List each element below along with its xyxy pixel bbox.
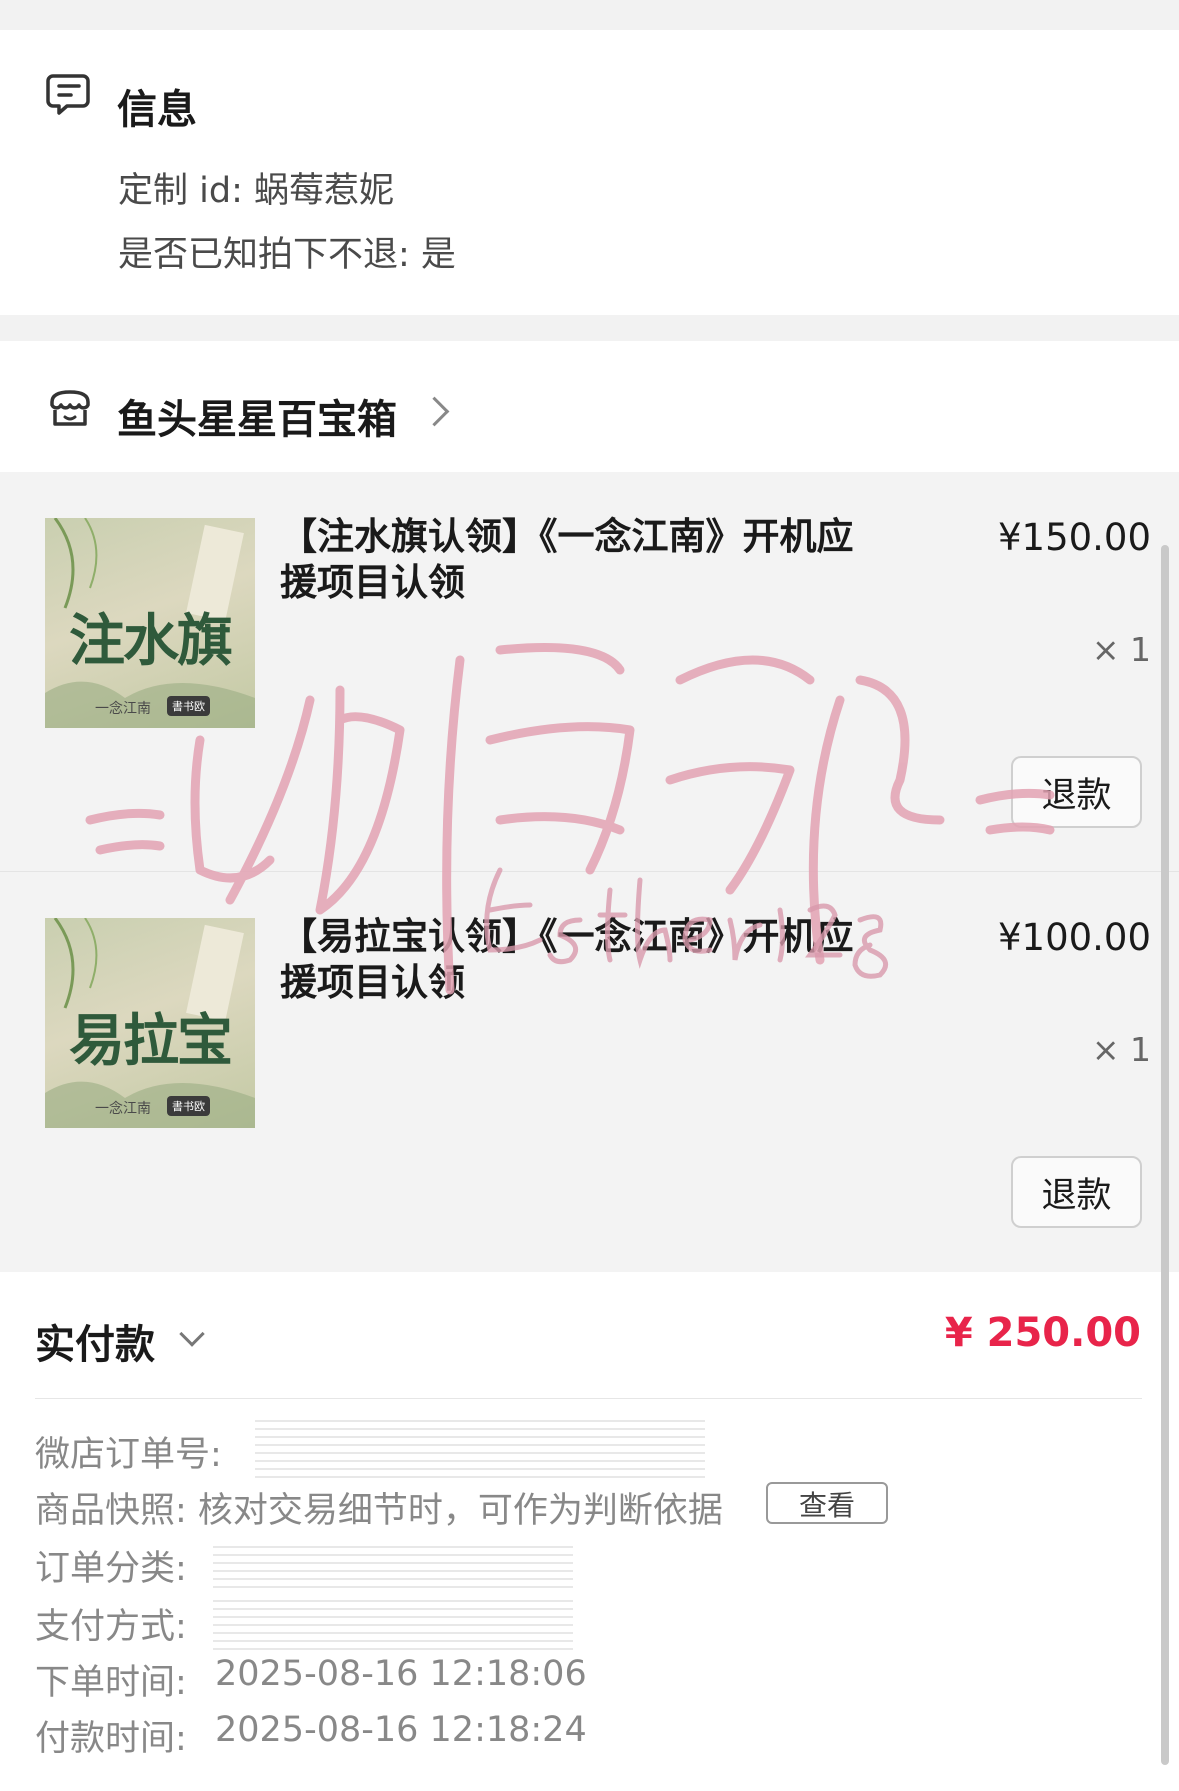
item-price: ¥100.00 bbox=[997, 916, 1151, 959]
product-thumbnail[interactable]: 注水旗 一念江南 書书欧 bbox=[45, 518, 255, 728]
redacted-order-number bbox=[255, 1414, 705, 1480]
shop-header[interactable]: 鱼头星星百宝箱 bbox=[0, 341, 1179, 472]
info-card: 信息 定制 id: 蜗莓惹妮 是否已知拍下不退: 是 bbox=[0, 30, 1179, 315]
info-title: 信息 bbox=[117, 87, 197, 133]
order-time-value: 2025-08-16 12:18:06 bbox=[215, 1654, 587, 1694]
refund-button[interactable]: 退款 bbox=[1011, 756, 1142, 828]
order-item[interactable]: 易拉宝 一念江南 書书欧 【易拉宝认领】《一念江南》开机应援项目认领 ¥100.… bbox=[0, 872, 1179, 1272]
order-category-label: 订单分类: bbox=[35, 1549, 187, 1589]
order-time-label: 下单时间: bbox=[35, 1663, 187, 1703]
product-thumbnail[interactable]: 易拉宝 一念江南 書书欧 bbox=[45, 918, 255, 1128]
pay-time-value: 2025-08-16 12:18:24 bbox=[215, 1710, 587, 1750]
scrollbar[interactable] bbox=[1161, 545, 1169, 1765]
item-price: ¥150.00 bbox=[997, 516, 1151, 559]
redacted-payment-method bbox=[213, 1594, 573, 1652]
thumbnail-subtitle: 一念江南 bbox=[95, 1101, 151, 1117]
chevron-right-icon bbox=[419, 396, 450, 427]
thumbnail-subtitle: 一念江南 bbox=[95, 701, 151, 717]
storefront-icon bbox=[50, 390, 90, 426]
item-quantity: × 1 bbox=[1091, 1030, 1151, 1069]
pay-time-label: 付款时间: bbox=[35, 1719, 187, 1759]
item-quantity: × 1 bbox=[1091, 630, 1151, 669]
redacted-order-category bbox=[213, 1540, 573, 1588]
paid-amount: ¥ 250.00 bbox=[944, 1310, 1141, 1356]
view-snapshot-button[interactable]: 查看 bbox=[766, 1482, 888, 1524]
shop-name[interactable]: 鱼头星星百宝箱 bbox=[117, 387, 397, 445]
thumbnail-text: 易拉宝 bbox=[69, 1008, 233, 1074]
paid-label[interactable]: 实付款 bbox=[35, 1312, 155, 1370]
thumbnail-tag: 書书欧 bbox=[167, 1096, 210, 1116]
payment-method-label: 支付方式: bbox=[35, 1607, 187, 1647]
no-refund-ack-text: 是否已知拍下不退: 是 bbox=[118, 235, 456, 275]
refund-button[interactable]: 退款 bbox=[1011, 1156, 1142, 1228]
item-title[interactable]: 【易拉宝认领】《一念江南》开机应援项目认领 bbox=[280, 914, 870, 1006]
chevron-down-icon[interactable] bbox=[179, 1321, 205, 1347]
thumbnail-tag: 書书欧 bbox=[167, 696, 210, 716]
custom-id-text: 定制 id: 蜗莓惹妮 bbox=[118, 171, 394, 211]
message-note-icon bbox=[46, 74, 90, 115]
summary-divider bbox=[35, 1398, 1142, 1399]
thumbnail-text: 注水旗 bbox=[69, 608, 233, 674]
order-number-label: 微店订单号: bbox=[35, 1435, 222, 1475]
item-title[interactable]: 【注水旗认领】《一念江南》开机应援项目认领 bbox=[280, 514, 870, 606]
order-items: 注水旗 一念江南 書书欧 【注水旗认领】《一念江南》开机应援项目认领 ¥150.… bbox=[0, 472, 1179, 1272]
order-item[interactable]: 注水旗 一念江南 書书欧 【注水旗认领】《一念江南》开机应援项目认领 ¥150.… bbox=[0, 472, 1179, 872]
payment-summary: 实付款 ¥ 250.00 微店订单号: 商品快照: 核对交易细节时，可作为判断依… bbox=[0, 1272, 1179, 1791]
snapshot-text: 商品快照: 核对交易细节时，可作为判断依据 bbox=[35, 1491, 723, 1531]
